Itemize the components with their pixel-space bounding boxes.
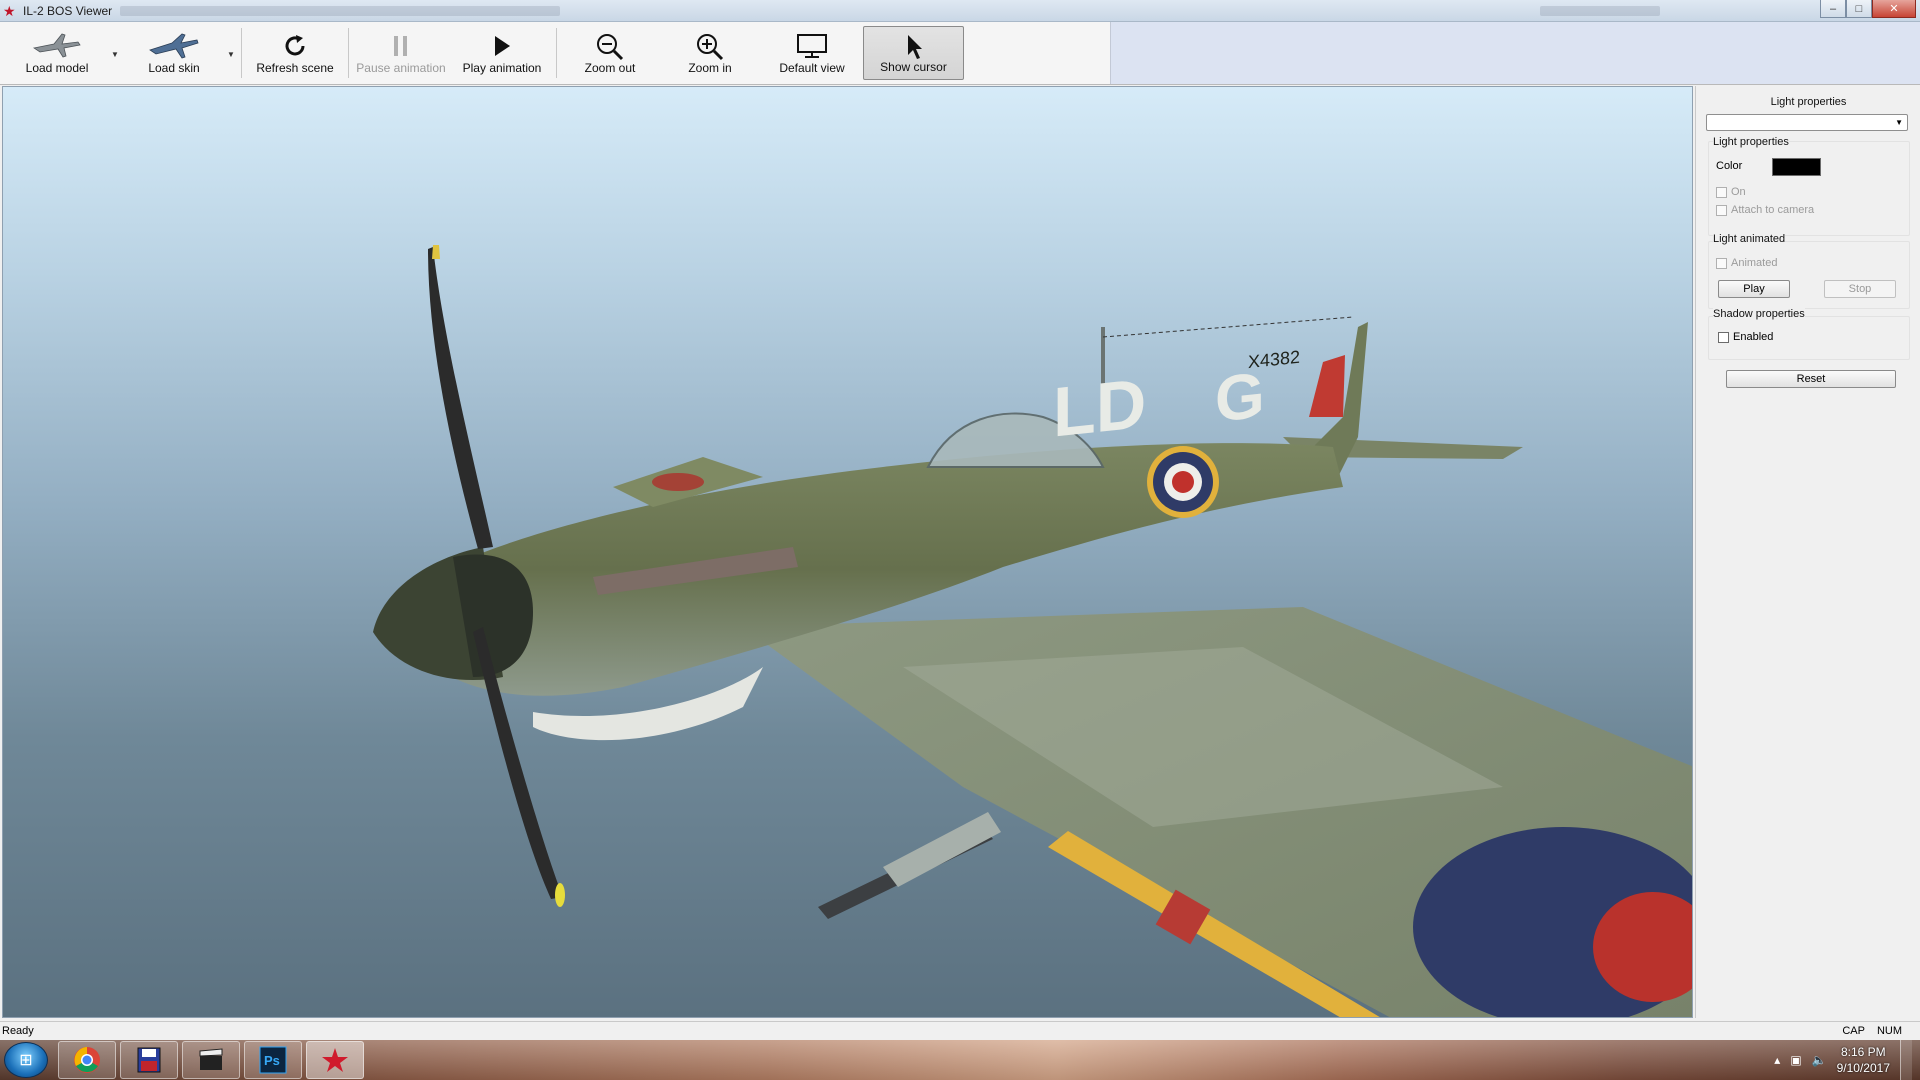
light-select-dropdown[interactable]: ▼: [1706, 114, 1908, 131]
shadow-properties-group-title: Shadow properties: [1713, 308, 1805, 320]
checkbox-box: [1718, 331, 1729, 343]
propeller-blade-upper: [428, 247, 493, 549]
status-bar: Ready CAP NUM: [0, 1021, 1920, 1040]
light-animated-group-title: Light animated: [1713, 233, 1786, 245]
photoshop-icon-label: Ps: [264, 1053, 280, 1068]
shadow-enabled-label: Enabled: [1733, 331, 1774, 343]
clock-date: 9/10/2017: [1836, 1061, 1890, 1075]
il2-viewer-icon: [322, 1048, 348, 1072]
show-desktop-button[interactable]: [1900, 1040, 1912, 1080]
minimize-button[interactable]: –: [1820, 0, 1846, 18]
zoom-in-button[interactable]: Zoom in: [670, 26, 750, 80]
cursor-icon: [907, 35, 922, 59]
start-button[interactable]: ⊞: [4, 1042, 48, 1078]
clock-time: 8:16 PM: [1840, 1045, 1886, 1059]
refresh-icon: [285, 35, 305, 56]
attach-to-camera-label: Attach to camera: [1731, 204, 1815, 216]
refresh-scene-button[interactable]: Refresh scene: [248, 26, 342, 80]
antenna-wire: [1102, 316, 1354, 338]
num-lock-indicator: NUM: [1876, 1025, 1902, 1037]
monitor-icon: [797, 34, 827, 58]
window-title: IL-2 BOS Viewer: [23, 3, 113, 18]
film-clapper-icon: [199, 1048, 223, 1070]
zoom-out-button[interactable]: Zoom out: [570, 26, 650, 80]
load-model-dropdown-arrow[interactable]: ▼: [110, 50, 120, 60]
load-skin-button[interactable]: Load skin: [124, 26, 224, 80]
show-cursor-button[interactable]: Show cursor: [863, 26, 964, 80]
pause-animation-button[interactable]: Pause animation: [354, 26, 448, 80]
title-bar: ★ IL-2 BOS Viewer – □ ✕: [0, 0, 1920, 22]
fin-flash: [1309, 355, 1345, 417]
load-skin-dropdown-arrow[interactable]: ▼: [226, 50, 236, 60]
tray-expand-icon[interactable]: ▴: [1774, 1053, 1780, 1067]
aircraft-render: LD G X4382: [373, 245, 1692, 1017]
blade-tip-upper: [432, 245, 440, 259]
panel-title: Light properties: [1770, 96, 1847, 108]
taskbar-chrome[interactable]: [58, 1041, 116, 1079]
save-disk-icon: [137, 1047, 161, 1073]
aircraft-code-left: LD: [1053, 363, 1146, 452]
network-icon[interactable]: ▣: [1790, 1053, 1801, 1067]
toolbar-separator: [348, 28, 349, 78]
play-icon: [495, 36, 510, 56]
system-tray: ▴ ▣ 🔈 8:16 PM 9/10/2017: [1774, 1040, 1912, 1080]
stop-light-button[interactable]: Stop: [1824, 280, 1896, 298]
zoom-in-icon: [697, 34, 724, 61]
3d-viewport[interactable]: LD G X4382: [2, 86, 1693, 1018]
cannon-fairing: [883, 812, 1001, 887]
color-label: Color: [1716, 160, 1743, 172]
close-button[interactable]: ✕: [1872, 0, 1916, 18]
toolbar-separator: [241, 28, 242, 78]
windows-logo-icon: ⊞: [19, 1052, 33, 1069]
caps-lock-indicator: CAP: [1842, 1025, 1865, 1037]
clock[interactable]: 8:16 PM 9/10/2017: [1837, 1044, 1890, 1076]
ghost-tab-strip: [1540, 6, 1660, 16]
light-animated-group: [1708, 241, 1910, 309]
attach-to-camera-checkbox[interactable]: Attach to camera: [1716, 204, 1814, 216]
zoom-out-icon: [597, 34, 624, 61]
taskbar-video-app[interactable]: [182, 1041, 240, 1079]
play-animation-button[interactable]: Play animation: [456, 26, 548, 80]
toolbar-separator: [556, 28, 557, 78]
airplane-model-icon: [32, 33, 81, 58]
light-on-label: On: [1731, 186, 1746, 198]
animated-checkbox[interactable]: Animated: [1716, 257, 1777, 269]
photoshop-icon: Ps: [259, 1046, 287, 1074]
status-keys: CAP NUM: [1842, 1025, 1902, 1037]
animated-label: Animated: [1731, 257, 1778, 269]
default-view-button[interactable]: Default view: [768, 26, 856, 80]
checkbox-box: [1716, 186, 1727, 198]
pause-icon: [394, 36, 407, 56]
color-swatch[interactable]: [1772, 158, 1821, 176]
shadow-enabled-checkbox[interactable]: Enabled: [1718, 331, 1773, 343]
app-star-icon: ★: [3, 2, 16, 19]
taskbar-photoshop[interactable]: Ps: [244, 1041, 302, 1079]
far-wing-roundel: [652, 473, 704, 491]
light-properties-group-title: Light properties: [1713, 136, 1789, 148]
checkbox-box: [1716, 257, 1727, 269]
taskbar-il2-viewer[interactable]: [306, 1041, 364, 1079]
ghost-menu-strip: [120, 6, 560, 16]
volume-icon[interactable]: 🔈: [1812, 1053, 1827, 1067]
window-controls: – □ ✕: [1820, 0, 1916, 18]
toolbar: Load model ▼ Load skin ▼ Refresh scene P…: [0, 22, 1920, 85]
chrome-icon: [74, 1047, 100, 1073]
aircraft-serial: X4382: [1248, 347, 1300, 372]
airplane-skin-icon: [149, 33, 199, 59]
taskbar: ⊞ Ps ▴ ▣ 🔈 8:16 PM 9/10/2017: [0, 1040, 1920, 1080]
status-text: Ready: [2, 1025, 34, 1037]
light-on-checkbox[interactable]: On: [1716, 186, 1746, 198]
maximize-button[interactable]: □: [1846, 0, 1872, 18]
blade-tip-lower: [555, 883, 565, 907]
play-light-button[interactable]: Play: [1718, 280, 1790, 298]
load-model-button[interactable]: Load model: [8, 26, 106, 80]
fuselage-roundel-red: [1172, 471, 1194, 493]
chevron-down-icon: ▼: [1895, 118, 1903, 127]
checkbox-box: [1716, 204, 1727, 216]
toolbar-empty-area: [1110, 22, 1920, 84]
light-properties-panel: Light properties ▼ Light properties Colo…: [1695, 86, 1920, 1018]
taskbar-save-app[interactable]: [120, 1041, 178, 1079]
reset-button[interactable]: Reset: [1726, 370, 1896, 388]
